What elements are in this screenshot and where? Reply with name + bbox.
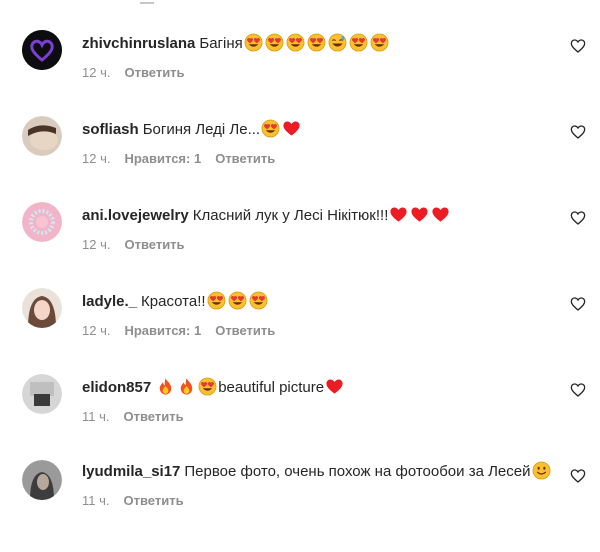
red-heart-icon [411, 207, 428, 222]
heart-eyes-icon [261, 119, 280, 138]
reply-button[interactable]: Ответить [124, 409, 184, 424]
comment-body: Первое фото, очень похож на фотообои за … [184, 463, 531, 480]
comment-text: lyudmila_si17 Первое фото, очень похож на… [82, 461, 552, 483]
comment-time: 12 ч. [82, 237, 111, 252]
heart-eyes-icon [286, 33, 305, 52]
red-heart-icon [326, 379, 343, 394]
room-avatar-image [22, 374, 62, 414]
avatar[interactable] [22, 202, 62, 242]
likes-count[interactable]: Нравится: 1 [124, 151, 201, 166]
heart-eyes-icon [349, 33, 368, 52]
dark-portrait-avatar-image [22, 460, 62, 500]
heart-eyes-icon [307, 33, 326, 52]
avatar[interactable] [22, 288, 62, 328]
avatar[interactable] [22, 460, 62, 500]
comment-body: beautiful picture [218, 379, 325, 396]
comment-meta: 11 ч. Ответить [82, 409, 552, 424]
comment-body: Красота!! [141, 293, 206, 310]
like-heart-icon[interactable] [570, 382, 586, 398]
likes-count[interactable]: Нравится: 1 [124, 323, 201, 338]
comment-text: zhivchinruslana Багіня [82, 33, 552, 55]
red-heart-icon [432, 207, 449, 222]
comment-meta: 12 ч. Ответить [82, 65, 552, 80]
red-heart-icon [283, 121, 300, 136]
comment-time: 11 ч. [82, 493, 110, 508]
comment-username[interactable]: ani.lovejewelry [82, 207, 189, 224]
emoji-group [260, 119, 302, 138]
comment-username[interactable]: zhivchinruslana [82, 35, 195, 52]
like-heart-icon[interactable] [570, 210, 586, 226]
comment-meta: 12 ч. Нравится: 1 Ответить [82, 151, 552, 166]
heart-eyes-icon [249, 291, 267, 310]
emoji-group [206, 291, 269, 310]
like-heart-icon[interactable] [570, 296, 586, 312]
comment-item: ani.lovejewelry Класний лук у Лесі Нікітю… [0, 202, 600, 288]
comment-body: Богиня Леді Ле... [142, 121, 261, 138]
comment-item: lyudmila_si17 Первое фото, очень похож на… [0, 460, 600, 546]
heart-eyes-icon [265, 33, 284, 52]
like-heart-icon[interactable] [570, 468, 586, 484]
comment-item: sofliash Богиня Леді Ле... 12 ч. Нравится… [0, 116, 600, 202]
reply-button[interactable]: Ответить [124, 493, 184, 508]
face-avatar-image [22, 116, 62, 156]
emoji-group [388, 207, 451, 224]
like-heart-icon[interactable] [570, 38, 586, 54]
comment-text: ladyle._ Красота!! [82, 291, 552, 313]
comment-time: 11 ч. [82, 409, 110, 424]
smile-icon [532, 461, 550, 480]
previous-comment-fragment [140, 0, 154, 4]
comment-meta: 12 ч. Нравится: 1 Ответить [82, 323, 552, 338]
reply-button[interactable]: Ответить [124, 237, 184, 252]
comment-meta: 11 ч. Ответить [82, 493, 552, 508]
comment-text: elidon857 beautiful picture [82, 377, 552, 399]
reply-button[interactable]: Ответить [215, 323, 275, 338]
red-heart-icon [390, 207, 407, 222]
reply-button[interactable]: Ответить [215, 151, 275, 166]
emoji-group [324, 379, 345, 396]
heart-eyes-icon [228, 291, 246, 310]
fire-icon [160, 378, 172, 395]
portrait-avatar-image [22, 288, 62, 328]
like-heart-icon[interactable] [570, 124, 586, 140]
avatar[interactable] [22, 374, 62, 414]
grinning-sweat-icon [328, 33, 347, 52]
comment-text: sofliash Богиня Леді Ле... [82, 119, 552, 141]
comment-username[interactable]: ladyle._ [82, 293, 137, 310]
comment-item: zhivchinruslana Багіня 12 ч. Ответить [0, 30, 600, 116]
comment-meta: 12 ч. Ответить [82, 237, 552, 252]
comment-body: Багіня [199, 35, 243, 52]
emoji-group [531, 461, 552, 480]
bracelet-avatar-image [22, 202, 62, 242]
heart-outline-avatar-image [22, 30, 62, 70]
avatar[interactable] [22, 30, 62, 70]
emoji-group-before [155, 377, 218, 396]
comment-username[interactable]: elidon857 [82, 379, 151, 396]
heart-eyes-icon [207, 291, 225, 310]
fire-icon [181, 378, 193, 395]
heart-eyes-icon [198, 377, 217, 396]
avatar[interactable] [22, 116, 62, 156]
comment-text: ani.lovejewelry Класний лук у Лесі Нікітю… [82, 205, 552, 227]
comment-item: ladyle._ Красота!! 12 ч. Нравится: 1 Отве… [0, 288, 600, 374]
comments-panel: zhivchinruslana Багіня 12 ч. Ответить sof… [0, 0, 600, 552]
emoji-group [243, 33, 390, 52]
comment-time: 12 ч. [82, 151, 111, 166]
comment-username[interactable]: sofliash [82, 121, 139, 138]
heart-eyes-icon [370, 33, 389, 52]
comment-time: 12 ч. [82, 323, 111, 338]
comment-time: 12 ч. [82, 65, 111, 80]
comment-item: elidon857 beautiful picture 11 ч. Ответит… [0, 374, 600, 460]
comment-body: Класний лук у Лесі Нікітюк!!! [192, 207, 389, 224]
comment-username[interactable]: lyudmila_si17 [82, 463, 180, 480]
reply-button[interactable]: Ответить [124, 65, 184, 80]
heart-eyes-icon [244, 33, 263, 52]
